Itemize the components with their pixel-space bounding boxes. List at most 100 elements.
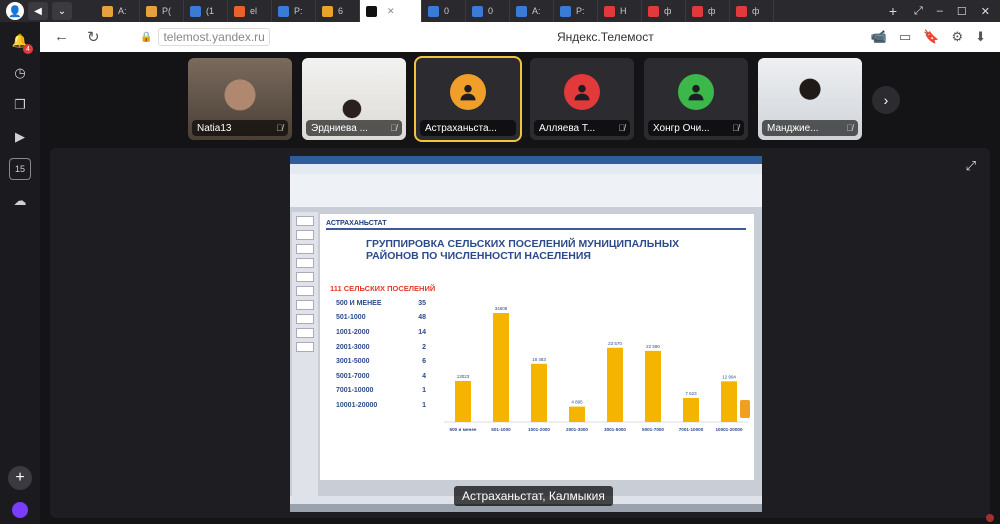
browser-tab[interactable]: (1 <box>184 0 228 22</box>
bell-icon[interactable]: 🔔 4 <box>9 30 33 54</box>
tab-favicon-icon <box>604 5 615 17</box>
recording-dot <box>986 514 994 522</box>
chart-data-label: 18 483 <box>532 357 546 362</box>
telemost-meeting: Natia13 🎙̸ Эрдниева ... 🎙̸ Астраханьста... Ал… <box>40 52 1000 524</box>
history-icon[interactable]: ◷ <box>9 62 31 84</box>
chart-data-label: 22 590 <box>646 344 660 349</box>
browser-tab[interactable]: A: <box>96 0 140 22</box>
chart-data-label: 34608 <box>495 306 508 311</box>
group-count: 48 <box>418 314 426 322</box>
url-field[interactable]: 🔒 telemost.yandex.ru <box>140 28 340 46</box>
collections-icon[interactable]: ❐ <box>9 94 31 116</box>
screen-share-stage: ⤢ АСТРАХАНЬСТАТ ГРУППИРОВКА СЕЛЬСКИХ ПОС… <box>50 148 990 518</box>
chart-category-label: 2001-3000 <box>566 427 588 432</box>
browser-sidebar: 🔔 4 ◷ ❐ ▶ 15 ☁ <box>0 22 40 524</box>
back-button[interactable]: ← <box>54 28 69 46</box>
browser-tab[interactable]: 6 <box>316 0 360 22</box>
pin-icon[interactable]: ⤢ <box>914 5 923 18</box>
browser-tab[interactable]: ф <box>686 0 730 22</box>
minimize-button[interactable]: – <box>937 5 943 18</box>
tab-label: P: <box>294 6 303 16</box>
participant-name-plate: Манджие... 🎙̸ <box>762 120 858 136</box>
chart-bar <box>493 312 509 422</box>
participant-name: Астраханьста... <box>425 122 497 134</box>
participant-name-plate: Эрдниева ... 🎙̸ <box>306 120 402 136</box>
reader-icon[interactable]: ▭ <box>899 29 911 45</box>
tab-label: ф <box>708 6 716 16</box>
bookmark-icon[interactable]: 🔖 <box>923 29 939 45</box>
browser-tab[interactable]: 0 <box>466 0 510 22</box>
cloud-icon[interactable]: ☁ <box>9 190 31 212</box>
alice-assistant-icon[interactable] <box>12 502 28 518</box>
fullscreen-icon[interactable]: ⤢ <box>966 158 976 174</box>
participant-name-plate: Natia13 🎙̸ <box>192 120 288 136</box>
tab-label: ф <box>664 6 672 16</box>
tab-favicon-icon <box>234 5 245 17</box>
chart-bar <box>455 380 471 422</box>
slide-next-arrow[interactable] <box>740 400 750 418</box>
chart-data-label: 7 623 <box>685 391 697 396</box>
browser-tab[interactable]: A: <box>510 0 554 22</box>
chart-bar <box>721 381 737 422</box>
video-icon[interactable]: ▶ <box>9 126 31 148</box>
chart-bar <box>683 397 699 422</box>
browser-tab[interactable]: P( <box>140 0 184 22</box>
group-row: 501-1000 48 <box>336 311 426 326</box>
add-panel-button[interactable]: + <box>8 466 32 490</box>
new-tab-button[interactable]: + <box>882 2 904 20</box>
chart-data-label: 13023 <box>457 374 470 379</box>
next-participants-button[interactable]: › <box>872 86 900 114</box>
participant-tile[interactable]: Алляева Т... 🎙̸ <box>530 58 634 140</box>
group-row: 10001-20000 1 <box>336 398 426 413</box>
chart-category-label: 3001-5000 <box>604 427 626 432</box>
participant-tile[interactable]: Эрдниева ... 🎙̸ <box>302 58 406 140</box>
browser-tab[interactable]: 0 <box>422 0 466 22</box>
participant-tile[interactable]: Астраханьста... <box>414 56 522 142</box>
browser-tab[interactable]: P: <box>272 0 316 22</box>
close-tab-icon[interactable]: ✕ <box>387 6 395 17</box>
participant-avatar-icon <box>564 74 600 110</box>
tab-label: el <box>250 6 258 16</box>
extensions-icon[interactable]: ⚙ <box>951 29 963 45</box>
participant-name: Манджие... <box>767 122 819 134</box>
reload-button[interactable]: ↻ <box>87 28 100 46</box>
browser-tab-strip: 👤 ◀ ⌄ A: P((1 el P: 6 ✕ 0 0 A: P: Hф ф ф + ⤢ – ☐ ✕ <box>0 0 1000 22</box>
participant-tile[interactable]: Natia13 🎙̸ <box>188 58 292 140</box>
camera-icon[interactable]: 📹 <box>871 29 887 45</box>
chart-data-label: 4 895 <box>571 400 583 405</box>
participant-name: Эрдниева ... <box>311 122 368 134</box>
group-row: 7001-10000 1 <box>336 384 426 399</box>
tab-audio-icon[interactable]: ◀ <box>28 2 48 20</box>
browser-tab[interactable]: ф <box>730 0 774 22</box>
close-window-button[interactable]: ✕ <box>981 5 990 18</box>
browser-tab[interactable]: ✕ <box>360 0 422 22</box>
tab-label: ф <box>752 6 760 16</box>
chart-data-label: 23 570 <box>608 341 622 346</box>
tab-favicon-icon <box>736 5 747 17</box>
group-count: 2 <box>422 343 426 351</box>
chart-bar <box>569 406 585 422</box>
group-row: 500 И МЕНЕЕ 35 <box>336 296 426 311</box>
participant-tile[interactable]: Хонгр Очи... 🎙̸ <box>644 58 748 140</box>
url-text: telemost.yandex.ru <box>158 28 270 46</box>
calendar-icon[interactable]: 15 <box>9 158 31 180</box>
chart-category-label: 5001-7000 <box>642 427 664 432</box>
group-label: 500 И МЕНЕЕ <box>336 299 382 307</box>
browser-tab[interactable]: P: <box>554 0 598 22</box>
tab-list-chevron-icon[interactable]: ⌄ <box>52 2 72 20</box>
browser-tab[interactable]: H <box>598 0 642 22</box>
chart-bar <box>645 350 661 422</box>
browser-tab[interactable]: ф <box>642 0 686 22</box>
tab-label: 0 <box>488 6 494 16</box>
tab-favicon-icon <box>322 5 333 17</box>
ppt-body: АСТРАХАНЬСТАТ ГРУППИРОВКА СЕЛЬСКИХ ПОСЕЛ… <box>290 208 762 504</box>
browser-tab[interactable]: el <box>228 0 272 22</box>
mic-muted-icon: 🎙̸ <box>276 123 283 133</box>
maximize-button[interactable]: ☐ <box>957 5 967 18</box>
profile-avatar[interactable]: 👤 <box>6 2 24 20</box>
chart-data-label: 12 904 <box>722 374 736 379</box>
download-icon[interactable]: ⬇ <box>975 29 986 45</box>
participant-tile[interactable]: Манджие... 🎙̸ <box>758 58 862 140</box>
tab-favicon-icon <box>472 5 483 17</box>
group-count: 35 <box>418 299 426 307</box>
